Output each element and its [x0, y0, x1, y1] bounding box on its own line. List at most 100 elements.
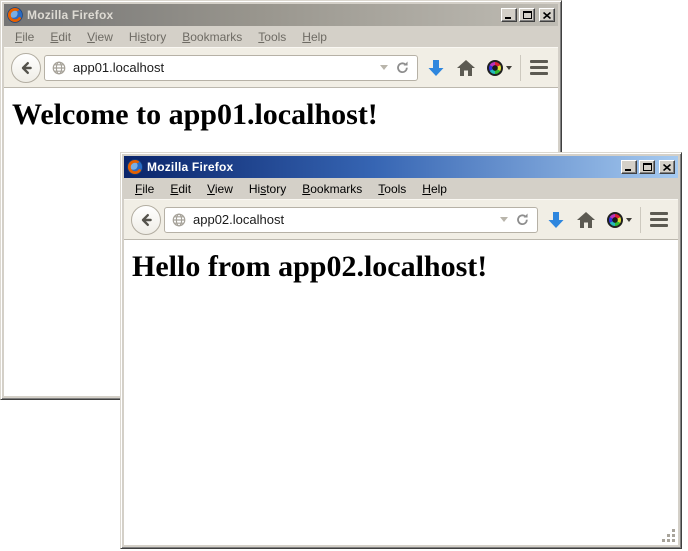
- menu-label-accel: V: [87, 30, 95, 44]
- menu-history[interactable]: History: [121, 28, 174, 46]
- url-text: app02.localhost: [193, 212, 493, 227]
- navigation-toolbar: app02.localhost: [124, 199, 678, 240]
- menu-label-rest: elp: [431, 182, 447, 196]
- menu-label-rest: iew: [95, 30, 113, 44]
- addon-color-wheel-icon: [607, 212, 623, 228]
- hamburger-icon: [650, 212, 668, 215]
- addon-color-wheel-icon: [487, 60, 503, 76]
- menu-label-rest: tory: [266, 182, 286, 196]
- hamburger-icon: [650, 218, 668, 221]
- window-controls: [501, 8, 555, 22]
- close-button[interactable]: [659, 160, 675, 174]
- url-input[interactable]: app02.localhost: [164, 207, 538, 233]
- window-title: Mozilla Firefox: [147, 160, 617, 174]
- hamburger-menu-button[interactable]: [647, 212, 671, 227]
- menu-edit[interactable]: Edit: [42, 28, 79, 46]
- menu-history[interactable]: History: [241, 180, 294, 198]
- download-icon: [546, 210, 566, 230]
- menu-caret-icon: [626, 218, 632, 222]
- menu-label-rest: dit: [178, 182, 191, 196]
- menu-file[interactable]: File: [127, 180, 162, 198]
- firefox-icon: [127, 159, 143, 175]
- back-icon: [138, 212, 154, 228]
- hamburger-icon: [530, 60, 548, 63]
- close-icon: [663, 164, 671, 171]
- page-heading: Hello from app02.localhost!: [132, 250, 678, 284]
- globe-icon: [172, 213, 186, 227]
- menu-bar: File Edit View History Bookmarks Tools H…: [4, 26, 558, 47]
- back-icon: [18, 60, 34, 76]
- menu-bookmarks[interactable]: Bookmarks: [174, 28, 250, 46]
- url-text: app01.localhost: [73, 60, 373, 75]
- maximize-icon: [643, 163, 652, 171]
- menu-tools[interactable]: Tools: [370, 180, 414, 198]
- menu-edit[interactable]: Edit: [162, 180, 199, 198]
- menu-bookmarks[interactable]: Bookmarks: [294, 180, 370, 198]
- maximize-button[interactable]: [639, 160, 655, 174]
- urlbar-dropdown-icon[interactable]: [500, 217, 508, 222]
- menu-label-rest: ookmarks: [190, 30, 242, 44]
- maximize-icon: [523, 11, 532, 19]
- navigation-toolbar: app01.localhost: [4, 47, 558, 88]
- url-input[interactable]: app01.localhost: [44, 55, 418, 81]
- page-content: Hello from app02.localhost!: [124, 240, 678, 545]
- back-button[interactable]: [131, 205, 161, 235]
- toolbar-separator: [640, 207, 641, 233]
- menu-label-rest: dit: [58, 30, 71, 44]
- menu-label-rest: ile: [22, 30, 34, 44]
- menu-label-accel: V: [207, 182, 215, 196]
- hamburger-icon: [530, 72, 548, 75]
- menu-label-rest: tory: [146, 30, 166, 44]
- download-button[interactable]: [424, 55, 448, 81]
- page-heading: Welcome to app01.localhost!: [12, 98, 558, 132]
- menu-file[interactable]: File: [7, 28, 42, 46]
- urlbar-dropdown-icon[interactable]: [380, 65, 388, 70]
- menu-tools[interactable]: Tools: [250, 28, 294, 46]
- menu-help[interactable]: Help: [294, 28, 335, 46]
- menu-label-rest: ookmarks: [310, 182, 362, 196]
- home-button[interactable]: [574, 207, 598, 233]
- minimize-button[interactable]: [621, 160, 637, 174]
- menu-view[interactable]: View: [199, 180, 241, 198]
- back-button[interactable]: [11, 53, 41, 83]
- close-button[interactable]: [539, 8, 555, 22]
- title-bar[interactable]: Mozilla Firefox: [124, 156, 678, 178]
- minimize-button[interactable]: [501, 8, 517, 22]
- window-controls: [621, 160, 675, 174]
- reload-icon[interactable]: [515, 212, 530, 227]
- firefox-icon: [7, 7, 23, 23]
- download-icon: [426, 58, 446, 78]
- toolbar-separator: [520, 55, 521, 81]
- menu-view[interactable]: View: [79, 28, 121, 46]
- menu-label-accel: H: [302, 30, 311, 44]
- menu-label-rest: elp: [311, 30, 327, 44]
- globe-icon: [52, 61, 66, 75]
- hamburger-icon: [650, 224, 668, 227]
- menu-label-rest: ools: [384, 182, 406, 196]
- minimize-icon: [625, 164, 633, 171]
- menu-bar: File Edit View History Bookmarks Tools H…: [124, 178, 678, 199]
- addon-button[interactable]: [604, 207, 634, 233]
- desktop: Mozilla Firefox File Edit View History B…: [0, 0, 688, 551]
- resize-grip[interactable]: [662, 529, 676, 543]
- maximize-button[interactable]: [519, 8, 535, 22]
- menu-label-rest: ools: [264, 30, 286, 44]
- hamburger-menu-button[interactable]: [527, 60, 551, 75]
- home-icon: [576, 210, 596, 230]
- hamburger-icon: [530, 66, 548, 69]
- minimize-icon: [505, 12, 513, 19]
- home-button[interactable]: [454, 55, 478, 81]
- title-bar[interactable]: Mozilla Firefox: [4, 4, 558, 26]
- menu-help[interactable]: Help: [414, 180, 455, 198]
- reload-icon[interactable]: [395, 60, 410, 75]
- window-title: Mozilla Firefox: [27, 8, 497, 22]
- menu-label-rest: iew: [215, 182, 233, 196]
- download-button[interactable]: [544, 207, 568, 233]
- home-icon: [456, 58, 476, 78]
- menu-caret-icon: [506, 66, 512, 70]
- menu-label-rest: ile: [142, 182, 154, 196]
- close-icon: [543, 12, 551, 19]
- menu-label-pre: Hi: [129, 30, 140, 44]
- browser-window-app02: Mozilla Firefox File Edit View History B…: [120, 152, 682, 549]
- addon-button[interactable]: [484, 55, 514, 81]
